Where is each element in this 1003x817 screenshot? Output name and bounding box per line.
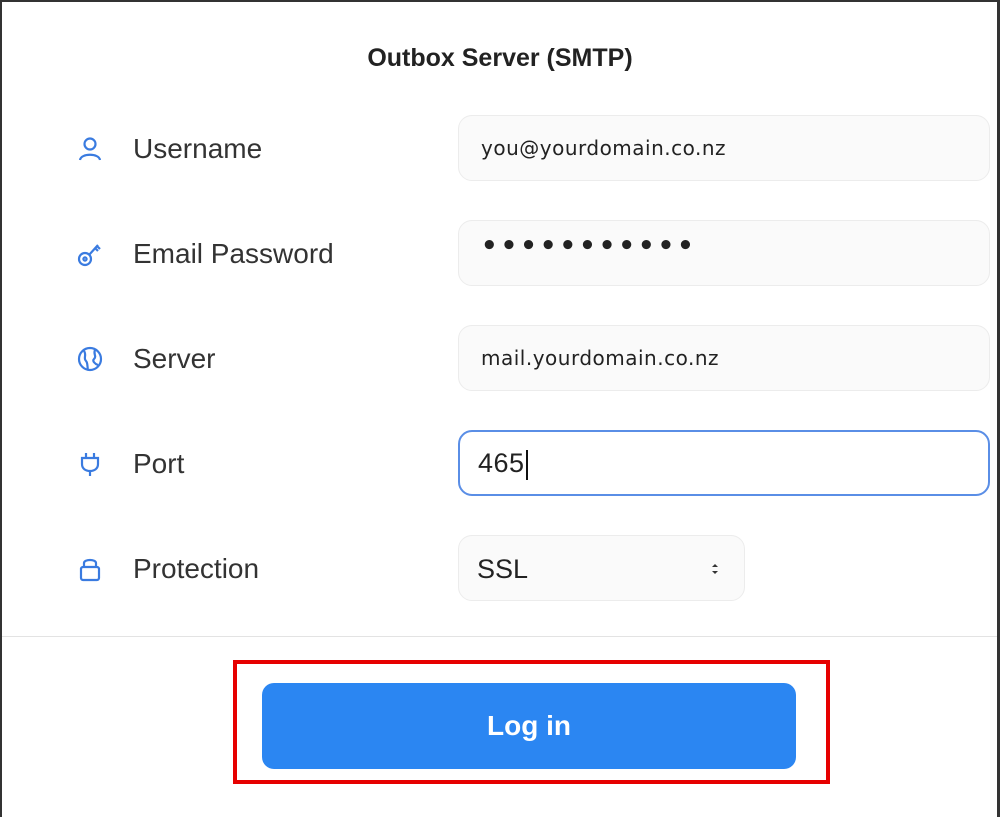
server-label: Server <box>133 343 216 374</box>
port-label: Port <box>133 448 185 479</box>
protection-label: Protection <box>133 553 260 584</box>
divider <box>2 636 997 637</box>
password-row: Email Password ••••••••••• <box>0 218 1000 288</box>
page-title: Outbox Server (SMTP) <box>367 44 633 72</box>
protection-value: SSL <box>477 554 529 584</box>
server-row: Server mail.yourdomain.co.nz <box>0 323 1000 393</box>
globe-icon <box>76 345 104 373</box>
select-arrows-icon <box>710 558 720 580</box>
server-input[interactable]: mail.yourdomain.co.nz <box>458 325 990 391</box>
plug-icon <box>76 450 104 478</box>
password-label: Email Password <box>133 238 334 269</box>
port-input[interactable]: 465 <box>458 430 990 496</box>
login-button[interactable]: Log in <box>262 683 796 769</box>
lock-icon <box>76 555 104 583</box>
password-input[interactable]: ••••••••••• <box>458 220 990 286</box>
username-label: Username <box>133 133 263 164</box>
key-icon <box>76 240 104 268</box>
password-value: ••••••••••• <box>481 231 697 261</box>
server-value: mail.yourdomain.co.nz <box>481 346 719 370</box>
protection-row: Protection SSL <box>0 533 1000 603</box>
port-value: 465 <box>478 448 525 478</box>
username-value: you@yourdomain.co.nz <box>481 136 727 160</box>
text-caret <box>525 449 528 480</box>
port-row: Port 465 <box>0 428 1000 498</box>
user-icon <box>76 135 104 163</box>
protection-select[interactable]: SSL <box>458 535 745 601</box>
port-value-wrap: 465 <box>478 448 528 480</box>
username-input[interactable]: you@yourdomain.co.nz <box>458 115 990 181</box>
username-row: Username you@yourdomain.co.nz <box>0 113 1000 183</box>
